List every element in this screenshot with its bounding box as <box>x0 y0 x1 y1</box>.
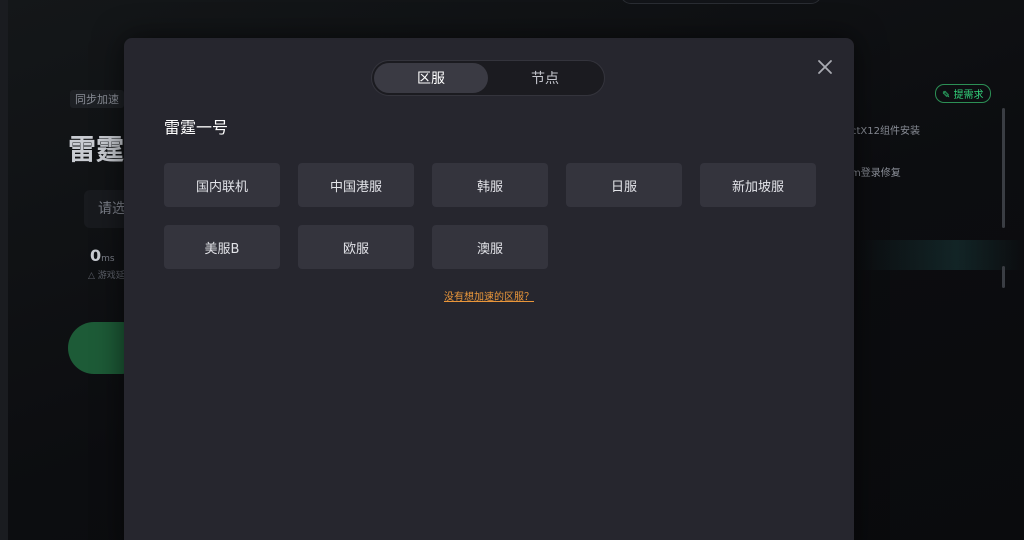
region-button[interactable]: 美服B <box>164 225 280 269</box>
region-button[interactable]: 中国港服 <box>298 163 414 207</box>
game-title: 雷霆一号 <box>164 118 229 137</box>
region-button[interactable]: 澳服 <box>432 225 548 269</box>
left-rail <box>0 0 8 540</box>
scrollbar <box>1002 108 1005 228</box>
top-search-field <box>620 0 822 4</box>
region-button[interactable]: 日服 <box>566 163 682 207</box>
ping-readout: 0ms <box>90 246 115 265</box>
news-item: ctX12组件安装 <box>851 126 920 137</box>
missing-region-link[interactable]: 没有想加速的区服？ <box>124 288 854 303</box>
close-icon[interactable] <box>814 56 836 78</box>
right-panel: ✎ 提需求 ctX12组件安装 m登录修复 <box>851 80 1015 300</box>
ping-unit: ms <box>101 254 115 264</box>
region-select-modal: 区服 节点 雷霆一号 国内联机 中国港服 韩服 日服 新加坡服 美服B 欧服 澳… <box>124 38 854 540</box>
tab-regions[interactable]: 区服 <box>374 63 488 93</box>
sync-accel-tag: 同步加速 <box>70 90 124 108</box>
background-game-title: 雷霆 <box>68 133 125 166</box>
region-button[interactable]: 国内联机 <box>164 163 280 207</box>
feedback-pill-label: 提需求 <box>953 90 984 101</box>
news-item: m登录修复 <box>851 168 901 179</box>
ping-caption: △ 游戏延 <box>88 271 125 281</box>
region-button[interactable]: 欧服 <box>298 225 414 269</box>
region-button[interactable]: 新加坡服 <box>700 163 816 207</box>
scrollbar <box>1002 266 1005 288</box>
tab-nodes[interactable]: 节点 <box>488 63 602 93</box>
feedback-pill: ✎ 提需求 <box>935 84 991 103</box>
tab-switcher: 区服 节点 <box>371 60 605 96</box>
ping-value: 0 <box>90 246 102 265</box>
app-window: 同步加速 雷霆 请选 0ms △ 游戏延 ✎ 提需求 ctX12组件安装 m登录… <box>0 0 1024 540</box>
region-button[interactable]: 韩服 <box>432 163 548 207</box>
